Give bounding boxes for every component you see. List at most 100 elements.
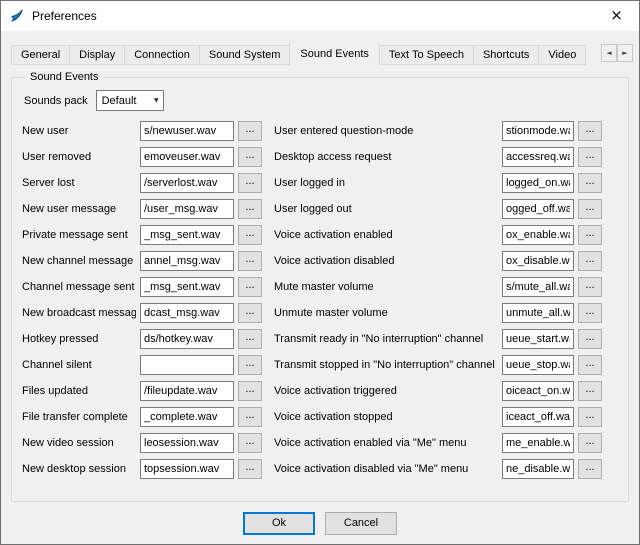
browse-button[interactable]: ... (578, 225, 602, 245)
sound-event-label: Voice activation enabled via "Me" menu (274, 437, 498, 449)
sound-file-input[interactable] (140, 225, 234, 245)
cancel-button[interactable]: Cancel (325, 512, 397, 535)
browse-button[interactable]: ... (578, 329, 602, 349)
browse-button[interactable]: ... (578, 459, 602, 479)
sound-event-label: New channel message (22, 255, 136, 267)
close-icon[interactable]: × (594, 1, 639, 30)
sound-event-row: File transfer complete... (22, 407, 262, 427)
sound-event-label: User entered question-mode (274, 125, 498, 137)
sounds-pack-select[interactable]: Default ▼ (96, 90, 164, 111)
browse-button[interactable]: ... (238, 225, 262, 245)
browse-button[interactable]: ... (578, 381, 602, 401)
browse-button[interactable]: ... (578, 303, 602, 323)
browse-button[interactable]: ... (238, 329, 262, 349)
sound-file-input[interactable] (502, 459, 574, 479)
tab-text-to-speech[interactable]: Text To Speech (379, 45, 474, 65)
browse-button[interactable]: ... (238, 277, 262, 297)
sound-file-input[interactable] (502, 303, 574, 323)
sound-event-row: Channel message sent... (22, 277, 262, 297)
tab-scroll-right-icon[interactable]: ► (617, 44, 633, 62)
tab-shortcuts[interactable]: Shortcuts (473, 45, 539, 65)
sound-file-input[interactable] (502, 329, 574, 349)
sound-file-input[interactable] (140, 459, 234, 479)
sound-file-input[interactable] (140, 173, 234, 193)
sound-file-input[interactable] (140, 433, 234, 453)
tab-strip: GeneralDisplayConnectionSound SystemSoun… (11, 43, 633, 65)
sound-event-row: Voice activation enabled... (274, 225, 602, 245)
tab-video[interactable]: Video (538, 45, 586, 65)
sound-event-label: Desktop access request (274, 151, 498, 163)
sound-event-label: New desktop session (22, 463, 136, 475)
sound-event-row: Voice activation stopped... (274, 407, 602, 427)
browse-button[interactable]: ... (238, 381, 262, 401)
sound-event-label: User removed (22, 151, 136, 163)
browse-button[interactable]: ... (238, 355, 262, 375)
sound-file-input[interactable] (502, 251, 574, 271)
tab-scroll-left-icon[interactable]: ◄ (601, 44, 617, 62)
sound-file-input[interactable] (502, 225, 574, 245)
sound-event-label: New user message (22, 203, 136, 215)
sound-event-row: New user message... (22, 199, 262, 219)
sound-event-row: Server lost... (22, 173, 262, 193)
browse-button[interactable]: ... (238, 459, 262, 479)
browse-button[interactable]: ... (578, 147, 602, 167)
sound-file-input[interactable] (502, 355, 574, 375)
sound-file-input[interactable] (502, 277, 574, 297)
sound-file-input[interactable] (140, 199, 234, 219)
group-title: Sound Events (26, 71, 103, 83)
sound-events-columns: New user...User removed...Server lost...… (22, 121, 618, 485)
browse-button[interactable]: ... (578, 277, 602, 297)
titlebar[interactable]: Preferences × (1, 1, 639, 31)
sound-file-input[interactable] (140, 303, 234, 323)
tab-connection[interactable]: Connection (124, 45, 200, 65)
sound-file-input[interactable] (140, 121, 234, 141)
browse-button[interactable]: ... (578, 251, 602, 271)
browse-button[interactable]: ... (578, 199, 602, 219)
browse-button[interactable]: ... (578, 355, 602, 375)
sound-file-input[interactable] (140, 277, 234, 297)
sound-event-row: User logged in... (274, 173, 602, 193)
right-column: User entered question-mode... Desktop acc… (274, 121, 618, 485)
sound-file-input[interactable] (502, 147, 574, 167)
app-logo-icon (9, 8, 25, 24)
ok-button[interactable]: Ok (243, 512, 315, 535)
sound-event-label: Mute master volume (274, 281, 498, 293)
sound-event-label: Voice activation enabled (274, 229, 498, 241)
tab-display[interactable]: Display (69, 45, 125, 65)
sound-file-input[interactable] (502, 173, 574, 193)
browse-button[interactable]: ... (238, 121, 262, 141)
browse-button[interactable]: ... (238, 251, 262, 271)
sound-file-input[interactable] (140, 355, 234, 375)
sound-event-label: Voice activation stopped (274, 411, 498, 423)
sound-event-row: Transmit stopped in "No interruption" ch… (274, 355, 602, 375)
browse-button[interactable]: ... (238, 433, 262, 453)
browse-button[interactable]: ... (578, 433, 602, 453)
browse-button[interactable]: ... (578, 407, 602, 427)
sound-file-input[interactable] (140, 407, 234, 427)
preferences-window: Preferences × GeneralDisplayConnectionSo… (0, 0, 640, 545)
sound-event-row: New video session... (22, 433, 262, 453)
sound-file-input[interactable] (502, 433, 574, 453)
sound-file-input[interactable] (502, 381, 574, 401)
sound-event-label: File transfer complete (22, 411, 136, 423)
sound-file-input[interactable] (502, 199, 574, 219)
sound-event-row: User removed... (22, 147, 262, 167)
browse-button[interactable]: ... (238, 199, 262, 219)
browse-button[interactable]: ... (238, 303, 262, 323)
tab-general[interactable]: General (11, 45, 70, 65)
browse-button[interactable]: ... (578, 121, 602, 141)
sound-file-input[interactable] (140, 329, 234, 349)
browse-button[interactable]: ... (578, 173, 602, 193)
sound-file-input[interactable] (502, 121, 574, 141)
tab-sound-events[interactable]: Sound Events (289, 43, 380, 65)
browse-button[interactable]: ... (238, 407, 262, 427)
browse-button[interactable]: ... (238, 173, 262, 193)
sound-file-input[interactable] (140, 147, 234, 167)
sound-file-input[interactable] (140, 251, 234, 271)
sound-file-input[interactable] (502, 407, 574, 427)
sound-event-label: Transmit ready in "No interruption" chan… (274, 333, 498, 345)
browse-button[interactable]: ... (238, 147, 262, 167)
sound-file-input[interactable] (140, 381, 234, 401)
tab-sound-system[interactable]: Sound System (199, 45, 291, 65)
sound-event-row: User entered question-mode... (274, 121, 602, 141)
